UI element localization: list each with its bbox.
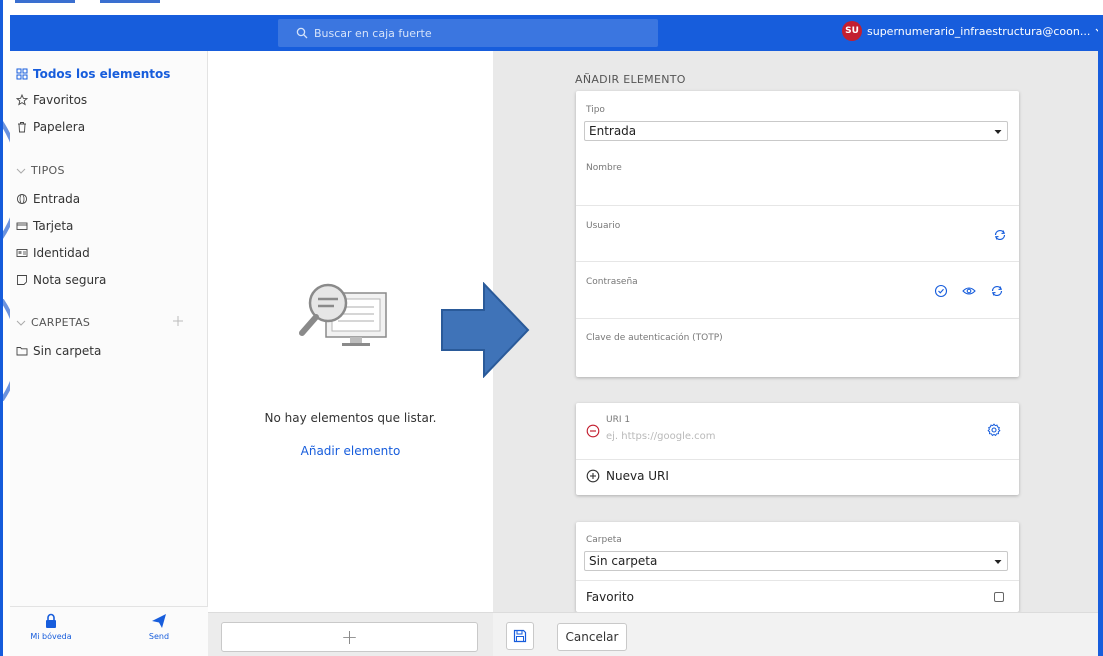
type-label: Tipo	[586, 105, 605, 115]
empty-vault-illustration	[299, 283, 387, 346]
types-heading-label: TIPOS	[31, 164, 65, 177]
folder-card: Carpeta Sin carpeta Favorito	[576, 522, 1019, 612]
account-email: supernumerario_infraestructura@coon...	[867, 24, 1091, 38]
folder-select-value: Sin carpeta	[589, 554, 658, 568]
grid-icon	[16, 68, 28, 80]
sidebar-item-favorites[interactable]: Favoritos	[16, 93, 87, 107]
type-select-value: Entrada	[589, 124, 637, 138]
generate-password-icon[interactable]	[990, 284, 1004, 298]
sidebar-item-trash[interactable]: Papelera	[16, 120, 85, 134]
nav-vault[interactable]: Mi bóveda	[16, 613, 86, 641]
paper-plane-icon	[152, 614, 166, 628]
chevron-down-icon	[16, 320, 26, 326]
folders-heading[interactable]: CARPETAS	[16, 316, 90, 329]
search-input[interactable]: Buscar en caja fuerte	[278, 19, 658, 47]
sidebar-item-secure-note[interactable]: Nota segura	[16, 273, 106, 287]
star-icon	[16, 94, 28, 106]
sidebar-item-identity[interactable]: Identidad	[16, 246, 90, 260]
sidebar: Todos los elementos Favoritos Papelera T…	[10, 51, 208, 656]
sidebar-item-label: Papelera	[33, 120, 86, 134]
divider	[576, 318, 1019, 319]
name-label: Nombre	[586, 163, 622, 173]
panel-title: AÑADIR ELEMENTO	[575, 73, 686, 86]
chevron-down-icon	[16, 168, 26, 174]
sidebar-item-label: Tarjeta	[33, 219, 74, 233]
globe-icon	[16, 193, 28, 205]
list-footer: +	[208, 612, 493, 656]
folder-select[interactable]: Sin carpeta	[584, 551, 1008, 571]
sidebar-item-label: Entrada	[33, 192, 81, 206]
account-menu[interactable]: SU supernumerario_infraestructura@coon..…	[842, 21, 1103, 41]
divider	[576, 459, 1019, 460]
save-icon	[513, 629, 527, 643]
gear-icon[interactable]	[987, 423, 1001, 437]
folder-label: Carpeta	[586, 535, 622, 545]
eye-icon[interactable]	[962, 284, 976, 298]
trash-icon	[18, 122, 26, 133]
search-placeholder: Buscar en caja fuerte	[314, 26, 432, 40]
sidebar-item-label: Nota segura	[33, 273, 107, 287]
search-icon	[296, 27, 308, 39]
divider	[576, 261, 1019, 262]
plus-circle-icon	[586, 469, 600, 483]
sidebar-item-label: Todos los elementos	[33, 67, 171, 81]
cancel-button[interactable]: Cancelar	[557, 623, 627, 651]
type-select[interactable]: Entrada	[584, 121, 1008, 141]
add-folder-icon[interactable]	[172, 315, 184, 327]
app-window: Buscar en caja fuerte SU supernumerario_…	[0, 0, 1103, 656]
new-uri-button[interactable]: Nueva URI	[586, 469, 669, 483]
save-button[interactable]	[506, 622, 534, 650]
favorite-label: Favorito	[586, 590, 634, 604]
lock-icon	[46, 613, 56, 628]
note-icon	[17, 275, 27, 285]
folders-heading-label: CARPETAS	[31, 316, 91, 329]
sidebar-item-login[interactable]: Entrada	[16, 192, 80, 206]
uri-label: URI 1	[606, 415, 631, 425]
folder-icon	[16, 347, 28, 356]
item-details-card: Tipo Entrada Nombre Usuario Contraseña C…	[576, 91, 1019, 377]
add-item-link[interactable]: Añadir elemento	[208, 444, 493, 458]
sidebar-item-label: Favoritos	[33, 93, 88, 107]
username-label: Usuario	[586, 221, 621, 231]
id-card-icon	[16, 249, 28, 257]
uri-input[interactable]: ej. https://google.com	[606, 431, 716, 442]
sidebar-item-label: Sin carpeta	[33, 344, 102, 358]
remove-uri-icon[interactable]	[586, 424, 600, 438]
avatar: SU	[842, 21, 862, 41]
arrow-right-icon	[441, 282, 530, 378]
bottom-nav: Mi bóveda Send	[10, 606, 208, 656]
new-uri-label: Nueva URI	[606, 469, 669, 483]
card-icon	[16, 222, 28, 230]
sidebar-item-all[interactable]: Todos los elementos	[16, 67, 170, 81]
nav-vault-label: Mi bóveda	[30, 632, 72, 641]
types-heading[interactable]: TIPOS	[16, 164, 65, 177]
chevron-down-icon	[994, 560, 1002, 564]
chevron-down-icon	[994, 130, 1002, 134]
generate-username-icon[interactable]	[993, 228, 1007, 242]
totp-label: Clave de autenticación (TOTP)	[586, 333, 723, 343]
divider	[576, 580, 1019, 581]
empty-list-message: No hay elementos que listar.	[264, 411, 437, 425]
sidebar-item-label: Identidad	[33, 246, 90, 260]
form-footer: Cancelar	[493, 612, 1103, 656]
nav-send[interactable]: Send	[124, 613, 194, 641]
divider	[576, 205, 1019, 206]
favorite-checkbox[interactable]	[994, 592, 1004, 602]
password-label: Contraseña	[586, 277, 638, 287]
check-password-icon[interactable]	[934, 284, 948, 298]
nav-send-label: Send	[148, 632, 170, 641]
uri-card: URI 1 ej. https://google.com Nueva URI	[576, 403, 1019, 495]
sidebar-item-card[interactable]: Tarjeta	[16, 219, 73, 233]
sidebar-item-no-folder[interactable]: Sin carpeta	[16, 344, 101, 358]
right-edge-bar	[1098, 15, 1103, 656]
add-item-button[interactable]: +	[221, 622, 478, 652]
